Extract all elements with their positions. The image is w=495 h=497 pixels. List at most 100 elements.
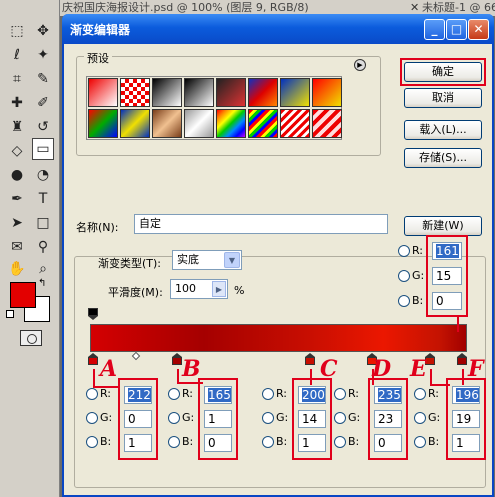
color-stop[interactable] [88, 353, 98, 365]
preset-swatch[interactable] [280, 109, 310, 138]
path-selection-icon[interactable]: ➤ [6, 212, 28, 234]
shape-tool-icon[interactable]: □ [32, 212, 54, 234]
eraser-tool-icon[interactable]: ◇ [6, 140, 28, 162]
stop-b-input[interactable]: 0 [204, 434, 232, 452]
top-r-radio[interactable] [398, 245, 410, 257]
stop-r-radio[interactable] [262, 388, 274, 400]
color-stop[interactable] [305, 353, 315, 365]
stop-b-radio[interactable] [262, 436, 274, 448]
top-r-input[interactable]: 161 [432, 242, 462, 260]
cancel-button[interactable]: 取消 [404, 88, 482, 108]
save-button[interactable]: 存储(S)... [404, 148, 482, 168]
eyedropper-icon[interactable]: ✎ [32, 68, 54, 90]
pen-tool-icon[interactable]: ✒ [6, 188, 28, 210]
stop-b-input[interactable]: 0 [374, 434, 402, 452]
stop-b-input[interactable]: 1 [452, 434, 480, 452]
marquee-tool-icon[interactable]: ⬚ [6, 20, 28, 42]
quick-mask-icon[interactable] [20, 330, 42, 346]
smoothness-label: 平滑度(M): [108, 286, 163, 299]
crop-tool-icon[interactable]: ⌗ [6, 68, 28, 90]
preset-swatch[interactable] [88, 78, 118, 107]
history-brush-icon[interactable]: ↺ [32, 116, 54, 138]
hand-tool-icon[interactable]: ✋ [6, 258, 28, 280]
blur-tool-icon[interactable]: ● [6, 164, 28, 186]
preset-swatch[interactable] [152, 78, 182, 107]
stop-g-radio[interactable] [86, 412, 98, 424]
foreground-color-swatch[interactable] [10, 282, 36, 308]
swap-colors-icon[interactable]: ↰ [38, 278, 46, 289]
chevron-right-icon[interactable]: ▶ [212, 281, 226, 297]
stop-g-input[interactable]: 0 [124, 410, 152, 428]
preset-swatch[interactable] [120, 78, 150, 107]
new-button[interactable]: 新建(W) [404, 216, 482, 236]
ok-button[interactable]: 确定 [404, 62, 482, 82]
stop-g-radio[interactable] [262, 412, 274, 424]
load-button[interactable]: 载入(L)... [404, 120, 482, 140]
top-g-radio[interactable] [398, 270, 410, 282]
gradient-tool-icon[interactable]: ▭ [32, 138, 54, 160]
stop-g-input[interactable]: 19 [452, 410, 480, 428]
brush-tool-icon[interactable]: ✐ [32, 92, 54, 114]
healing-brush-icon[interactable]: ✚ [6, 92, 28, 114]
top-b-radio[interactable] [398, 295, 410, 307]
preset-swatch[interactable] [280, 78, 310, 107]
stop-g-input[interactable]: 14 [298, 410, 326, 428]
move-tool-icon[interactable]: ✥ [32, 20, 54, 42]
preset-swatch[interactable] [312, 109, 342, 138]
smoothness-input[interactable]: 100 ▶ [170, 279, 228, 299]
stop-r-input[interactable]: 200 [298, 386, 326, 404]
stop-b-radio[interactable] [86, 436, 98, 448]
close-tab-icon[interactable]: ✕ [410, 1, 419, 14]
preset-swatch[interactable] [248, 78, 278, 107]
zoom-tool-icon[interactable]: ⌕ [32, 258, 54, 280]
preset-swatch[interactable] [216, 78, 246, 107]
preset-swatch[interactable] [248, 109, 278, 138]
preset-swatch[interactable] [184, 109, 214, 138]
stop-g-radio[interactable] [334, 412, 346, 424]
lasso-tool-icon[interactable]: ℓ [6, 44, 28, 66]
gradient-preview-bar[interactable] [90, 324, 467, 352]
preset-swatch[interactable] [152, 109, 182, 138]
stop-b-radio[interactable] [334, 436, 346, 448]
preset-swatch[interactable] [184, 78, 214, 107]
stop-g-radio[interactable] [168, 412, 180, 424]
color-stop[interactable] [457, 353, 467, 365]
stop-b-radio[interactable] [168, 436, 180, 448]
stop-r-radio[interactable] [168, 388, 180, 400]
stop-b-input[interactable]: 1 [124, 434, 152, 452]
stop-r-input[interactable]: 196 [452, 386, 480, 404]
top-g-input[interactable]: 15 [432, 267, 462, 285]
stop-r-input[interactable]: 212 [124, 386, 152, 404]
stop-r-radio[interactable] [334, 388, 346, 400]
preset-swatch[interactable] [120, 109, 150, 138]
stop-b-input[interactable]: 1 [298, 434, 326, 452]
stop-g-input[interactable]: 23 [374, 410, 402, 428]
stop-b-radio[interactable] [414, 436, 426, 448]
notes-tool-icon[interactable]: ✉ [6, 236, 28, 258]
stop-g-radio[interactable] [414, 412, 426, 424]
stop-r-radio[interactable] [86, 388, 98, 400]
stop-r-label: R: [182, 387, 194, 400]
presets-menu-icon[interactable]: ▶ [354, 59, 366, 71]
name-input[interactable]: 自定 [134, 214, 388, 234]
preset-swatch[interactable] [216, 109, 246, 138]
minimize-icon[interactable]: _ [424, 19, 445, 40]
stop-r-input[interactable]: 235 [374, 386, 402, 404]
opacity-stop[interactable] [88, 308, 98, 320]
clone-stamp-icon[interactable]: ♜ [6, 116, 28, 138]
eyedropper-2-icon[interactable]: ⚲ [32, 236, 54, 258]
dodge-tool-icon[interactable]: ◔ [32, 164, 54, 186]
magic-wand-icon[interactable]: ✦ [32, 44, 54, 66]
top-b-input[interactable]: 0 [432, 292, 462, 310]
color-stop[interactable] [172, 353, 182, 365]
gradient-type-select[interactable]: 实底 ▼ [172, 250, 242, 270]
maximize-icon[interactable]: □ [446, 19, 467, 40]
default-colors-icon[interactable] [6, 310, 14, 318]
stop-r-radio[interactable] [414, 388, 426, 400]
close-icon[interactable]: ✕ [468, 19, 489, 40]
preset-swatch[interactable] [312, 78, 342, 107]
stop-g-input[interactable]: 1 [204, 410, 232, 428]
preset-swatch[interactable] [88, 109, 118, 138]
type-tool-icon[interactable]: T [32, 188, 54, 210]
stop-r-input[interactable]: 165 [204, 386, 232, 404]
